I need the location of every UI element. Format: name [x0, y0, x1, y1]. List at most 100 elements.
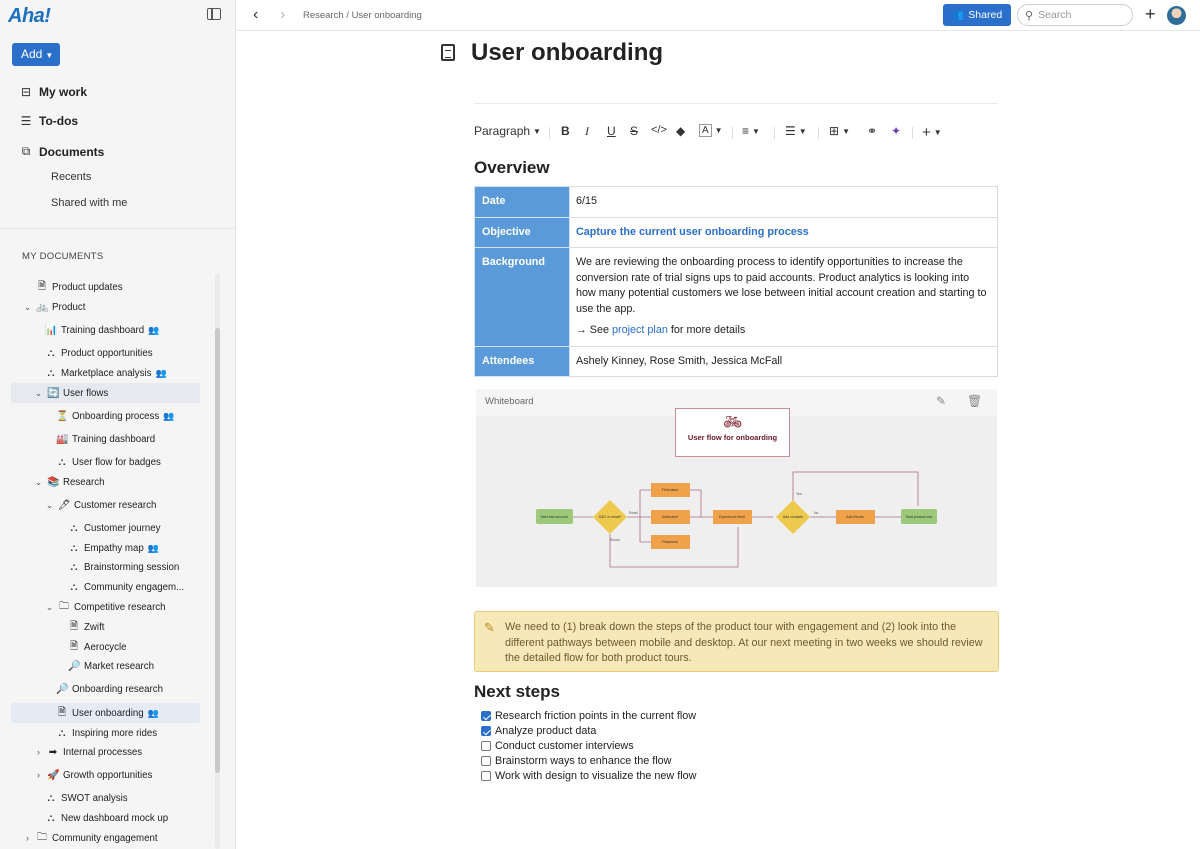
plus-icon[interactable]: + [1145, 4, 1156, 25]
chevron-down-icon[interactable]: ⌄ [22, 302, 33, 313]
back-arrow-icon[interactable]: ‹ [253, 6, 258, 24]
bold-icon[interactable]: B [561, 124, 570, 138]
table-key-background[interactable]: Background [475, 248, 570, 347]
tree-item-new-dashboard-mock-up[interactable]: ⛬New dashboard mock up [45, 808, 200, 828]
tree-item-user-onboarding[interactable]: 🗎User onboarding👥 [11, 703, 200, 723]
table-value-attendees[interactable]: Ashely Kinney, Rose Smith, Jessica McFal… [570, 346, 998, 377]
nav-my-work[interactable]: ⊟My work [20, 85, 87, 99]
table-key-attendees[interactable]: Attendees [475, 346, 570, 377]
tree-item-empathy-map[interactable]: ⛬Empathy map👥 [68, 538, 200, 558]
tree-item-internal-processes[interactable]: ›➡Internal processes [33, 742, 200, 762]
chevron-down-icon[interactable]: ⌄ [44, 500, 55, 511]
checkbox-checked[interactable] [481, 726, 491, 736]
search-input[interactable]: ⚲Search [1017, 4, 1133, 26]
italic-icon[interactable]: I [585, 124, 589, 139]
svg-text:Password: Password [662, 540, 677, 544]
page-title[interactable]: User onboarding [471, 39, 663, 67]
tree-item-product-opportunities[interactable]: ⛬Product opportunities [45, 343, 200, 363]
sidebar-collapse-icon[interactable] [207, 8, 221, 20]
checkbox-unchecked[interactable] [481, 741, 491, 751]
nav-recents[interactable]: Recents [51, 171, 91, 183]
code-icon[interactable]: </> [651, 124, 667, 136]
tree-item-aerocycle[interactable]: 🗎Aerocycle [68, 637, 200, 657]
chevron-right-icon[interactable]: › [33, 747, 44, 757]
whiteboard-embed[interactable]: Whiteboard ✎ 🗑 Email Social Yes No Start… [476, 389, 997, 587]
checkbox-checked[interactable] [481, 711, 491, 721]
tree-item-community-engagement-folder[interactable]: ›🗀Community engagement [22, 828, 200, 848]
project-plan-link[interactable]: project plan [612, 324, 668, 336]
whiteboard-title-card[interactable]: 🚲︎ User flow for onboarding [675, 408, 790, 457]
tree-item-market-research[interactable]: 🔎Market research [68, 656, 200, 676]
insert-dropdown[interactable]: +▼ [922, 124, 942, 141]
overview-heading[interactable]: Overview [474, 158, 550, 178]
tree-item-product[interactable]: ⌄🚲Product [22, 297, 200, 317]
tree-item-brainstorming-session[interactable]: ⛬Brainstorming session [68, 557, 200, 577]
nav-shared-with-me[interactable]: Shared with me [51, 197, 127, 209]
svg-text:First name: First name [662, 488, 679, 492]
chevron-down-icon[interactable]: ⌄ [33, 388, 44, 399]
tree-item-competitive-research[interactable]: ⌄🗀Competitive research [44, 597, 200, 617]
tree-item-swot-analysis[interactable]: ⛬SWOT analysis [45, 788, 200, 808]
tree-item-research[interactable]: ⌄📚Research [33, 472, 200, 492]
paragraph-style-dropdown[interactable]: Paragraph▼ [474, 124, 541, 138]
shared-button[interactable]: 👥Shared [943, 4, 1011, 26]
chevron-right-icon[interactable]: › [22, 833, 33, 843]
next-steps-heading[interactable]: Next steps [474, 682, 560, 702]
caret-down-icon: ▼ [799, 127, 807, 136]
chevron-right-icon[interactable]: › [33, 770, 44, 780]
tree-item-user-flow-for-badges[interactable]: ⛬User flow for badges [56, 452, 200, 472]
tree-item-label: Community engagement [52, 833, 158, 844]
avatar[interactable] [1167, 6, 1186, 25]
tree-item-user-flows[interactable]: ⌄🔄User flows [11, 383, 200, 403]
nav-todos[interactable]: ☰To-dos [20, 114, 78, 128]
todo-item[interactable]: Brainstorm ways to enhance the flow [481, 755, 671, 767]
table-key-date[interactable]: Date [475, 187, 570, 218]
strikethrough-icon[interactable]: S [630, 124, 638, 138]
tree-item-training-dashboard-2[interactable]: 🏭Training dashboard [56, 429, 200, 449]
tree-item-label: Internal processes [63, 747, 142, 758]
checkbox-unchecked[interactable] [481, 771, 491, 781]
underline-icon[interactable]: U [607, 124, 616, 138]
table-value-background[interactable]: We are reviewing the onboarding process … [570, 248, 998, 347]
text-color-dropdown[interactable]: A▼ [699, 124, 723, 137]
tree-item-onboarding-research[interactable]: 🔎Onboarding research [56, 679, 200, 699]
text-color-icon: A [699, 124, 712, 137]
magic-wand-icon[interactable]: ✦ [891, 124, 901, 138]
checkbox-unchecked[interactable] [481, 756, 491, 766]
tree-item-zwift[interactable]: 🗎Zwift [68, 617, 200, 637]
table-dropdown[interactable]: ⊞▼ [829, 124, 850, 138]
tree-item-training-dashboard[interactable]: 📊Training dashboard👥 [45, 320, 200, 340]
eraser-icon[interactable]: ◆ [676, 124, 685, 138]
chevron-down-icon[interactable]: ⌄ [44, 602, 55, 613]
tree-item-customer-journey[interactable]: ⛬Customer journey [68, 518, 200, 538]
nav-documents[interactable]: ⧉Documents [20, 144, 104, 159]
tree-item-growth-opportunities[interactable]: ›🚀Growth opportunities [33, 765, 200, 785]
forward-arrow-icon[interactable]: › [280, 6, 285, 24]
tree-item-inspiring-more-rides[interactable]: ⛬Inspiring more rides [56, 723, 200, 743]
pen-icon: 🖊 [58, 500, 70, 511]
tree-item-community-engagement[interactable]: ⛬Community engagem... [68, 577, 200, 597]
table-value-date[interactable]: 6/15 [570, 187, 998, 218]
align-dropdown[interactable]: ≡▼ [742, 124, 760, 138]
tree-item-customer-research[interactable]: ⌄🖊Customer research [44, 495, 200, 515]
callout-note[interactable]: ✎ We need to (1) break down the steps of… [474, 611, 999, 672]
link-icon[interactable]: ⚭ [867, 124, 877, 138]
tree-item-label: Onboarding process [72, 411, 159, 422]
see-suffix: for more details [668, 324, 745, 336]
breadcrumb[interactable]: Research / User onboarding [303, 10, 422, 21]
todo-item[interactable]: Research friction points in the current … [481, 710, 696, 722]
tree-item-marketplace-analysis[interactable]: ⛬Marketplace analysis👥 [45, 363, 200, 383]
tree-item-product-updates[interactable]: 🗎Product updates [22, 277, 200, 297]
sidebar-scroll-thumb[interactable] [215, 328, 220, 773]
table-value-objective[interactable]: Capture the current user onboarding proc… [570, 217, 998, 248]
todo-item[interactable]: Analyze product data [481, 725, 596, 737]
add-button[interactable]: Add▼ [12, 43, 60, 66]
tree-item-onboarding-process[interactable]: ⏳Onboarding process👥 [56, 406, 200, 426]
todo-item[interactable]: Conduct customer interviews [481, 740, 634, 752]
tree-item-label: Growth opportunities [63, 770, 152, 781]
table-key-objective[interactable]: Objective [475, 217, 570, 248]
app-logo[interactable]: Aha! [8, 5, 50, 28]
todo-item[interactable]: Work with design to visualize the new fl… [481, 770, 696, 782]
chevron-down-icon[interactable]: ⌄ [33, 477, 44, 488]
list-dropdown[interactable]: ☰▼ [785, 124, 807, 138]
